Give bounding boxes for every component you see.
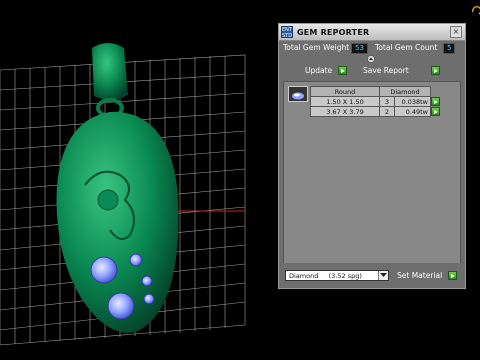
save-report-button[interactable]: Save Report xyxy=(363,66,440,75)
gem-weight-value-wrap: 53 xyxy=(351,43,368,54)
gem-count-value: 5 xyxy=(443,43,456,54)
column-header-diamond: Diamond xyxy=(379,86,431,97)
save-report-label: Save Report xyxy=(363,66,409,75)
gem-table: Round Diamond 1.50 X 1.50 3 0.038tw 3.67… xyxy=(310,86,446,117)
gem-weight-label: Total Gem Weight xyxy=(283,43,350,52)
green-arrow-icon[interactable] xyxy=(448,271,458,280)
material-select-value: Diamond (3.52 spg) xyxy=(289,271,362,280)
header-spacer xyxy=(431,87,446,97)
cell-count: 2 xyxy=(379,106,395,117)
cell-weight: 0.49tw xyxy=(394,106,431,117)
panel-titlebar[interactable]: ENT STD GEM REPORTER × xyxy=(279,24,465,41)
gem-weight-value: 53 xyxy=(351,43,368,54)
set-material-label: Set Material xyxy=(397,271,443,280)
chevron-down-icon[interactable] xyxy=(378,271,388,280)
column-header-round: Round xyxy=(310,86,380,97)
gem-weight-row: Total Gem Weight xyxy=(283,43,349,52)
cell-weight: 0.038tw xyxy=(394,96,431,107)
table-row[interactable]: 1.50 X 1.50 3 0.038tw xyxy=(310,96,446,107)
cell-count: 3 xyxy=(379,96,395,107)
material-select[interactable]: Diamond (3.52 spg) xyxy=(285,270,389,281)
gem-reporter-panel: ENT STD GEM REPORTER × Total Gem Weight … xyxy=(278,23,466,289)
green-arrow-icon[interactable] xyxy=(338,66,348,75)
material-bar: Diamond (3.52 spg) Set Material xyxy=(279,263,465,288)
green-arrow-icon[interactable] xyxy=(431,107,440,116)
table-row[interactable]: 3.67 X 3.79 2 0.49tw xyxy=(310,106,446,117)
row-action[interactable] xyxy=(431,97,446,107)
orientation-gizmo-icon[interactable] xyxy=(472,6,480,15)
row-action[interactable] xyxy=(431,107,446,117)
panel-title: GEM REPORTER xyxy=(297,27,370,37)
gem-count-value-wrap: 5 xyxy=(443,43,456,54)
collapse-arrow-icon[interactable] xyxy=(367,55,375,63)
cell-size: 1.50 X 1.50 xyxy=(310,96,380,107)
green-arrow-icon[interactable] xyxy=(430,66,440,75)
update-button[interactable]: Update xyxy=(305,66,348,75)
gem-table-area: Round Diamond 1.50 X 1.50 3 0.038tw 3.67… xyxy=(283,81,461,277)
app-logo: ENT STD xyxy=(281,26,293,39)
cell-size: 3.67 X 3.79 xyxy=(310,106,380,117)
gem-count-row: Total Gem Count xyxy=(375,43,437,52)
set-material-button[interactable]: Set Material xyxy=(397,271,458,280)
green-arrow-icon[interactable] xyxy=(431,97,440,106)
update-label: Update xyxy=(305,66,333,75)
gem-count-label: Total Gem Count xyxy=(375,43,438,52)
gem-thumbnail-icon[interactable] xyxy=(288,86,308,102)
close-icon[interactable]: × xyxy=(450,26,462,38)
table-header-row: Round Diamond xyxy=(310,86,446,97)
